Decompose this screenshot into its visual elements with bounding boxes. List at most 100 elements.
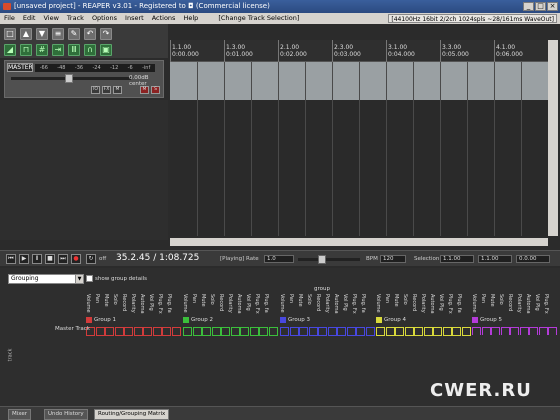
matrix-cell[interactable] (318, 327, 327, 336)
matrix-cell[interactable] (442, 327, 452, 336)
menu-track[interactable]: Track (63, 13, 88, 24)
save-project-icon[interactable]: ▼ (36, 28, 48, 40)
matrix-mode-dropdown[interactable]: Grouping ▼ (8, 274, 84, 284)
matrix-cell[interactable] (143, 327, 152, 336)
matrix-cell[interactable] (395, 327, 404, 336)
redo-icon[interactable]: ↷ (100, 28, 112, 40)
matrix-cell[interactable] (171, 327, 181, 336)
group-1[interactable]: Group 1 (86, 313, 181, 336)
close-button[interactable]: × (547, 2, 558, 11)
matrix-cell[interactable] (423, 327, 433, 336)
matrix-cell[interactable] (240, 327, 249, 336)
master-mute-button[interactable]: M (140, 86, 149, 94)
bpm-field[interactable]: 120 (380, 255, 406, 263)
matrix-cell[interactable] (133, 327, 143, 336)
group-3[interactable]: Group 3 (280, 313, 375, 336)
time-display[interactable]: 35.2.45 / 1:08.725 (116, 253, 199, 263)
track-control-panel-area[interactable] (0, 100, 168, 240)
matrix-cell[interactable] (280, 327, 289, 336)
rate-field[interactable]: 1.0 (264, 255, 294, 263)
group-3-master-row[interactable] (280, 327, 375, 336)
matrix-cell[interactable] (385, 327, 395, 336)
matrix-cell[interactable] (500, 327, 510, 335)
matrix-cell[interactable] (105, 327, 114, 336)
master-solo-button[interactable]: S (151, 86, 160, 94)
audio-status[interactable]: [44100Hz 16bit 2/2ch 1024spls ~28/161ms … (388, 14, 557, 23)
selection-start-field[interactable]: 1.1.00 (440, 255, 474, 263)
play-icon[interactable]: ▶ (19, 254, 29, 264)
menu-file[interactable]: File (0, 13, 19, 24)
menu-edit[interactable]: Edit (19, 13, 40, 24)
menu-actions[interactable]: Actions (148, 13, 180, 24)
matrix-cell[interactable] (192, 327, 202, 336)
new-project-icon[interactable]: □ (4, 28, 16, 40)
project-settings-icon[interactable]: ≡ (52, 28, 64, 40)
fx-button[interactable]: FX (102, 86, 111, 94)
go-to-end-icon[interactable]: ⏭ (58, 254, 68, 264)
group-5-master-row[interactable] (472, 327, 558, 335)
repeat-icon[interactable]: ↻ (86, 254, 96, 264)
chevron-down-icon[interactable]: ▼ (75, 275, 83, 283)
matrix-cell[interactable] (211, 327, 221, 336)
envelope-lock-icon[interactable]: ∩ (84, 44, 96, 56)
undo-icon[interactable]: ↶ (84, 28, 96, 40)
vertical-scrollbar[interactable] (548, 40, 558, 236)
matrix-cell[interactable] (95, 327, 105, 336)
grid-icon[interactable]: # (36, 44, 48, 56)
matrix-cell[interactable] (230, 327, 240, 336)
matrix-cell[interactable] (183, 327, 192, 336)
matrix-cell[interactable] (510, 327, 519, 335)
matrix-cell[interactable] (461, 327, 471, 336)
minimize-button[interactable]: _ (523, 2, 534, 11)
matrix-cell[interactable] (114, 327, 124, 336)
tab-undo-history[interactable]: Undo History (44, 409, 88, 420)
matrix-cell[interactable] (259, 327, 268, 336)
matrix-cell[interactable] (376, 327, 385, 336)
volume-fader-knob[interactable] (65, 74, 73, 83)
matrix-cell[interactable] (289, 327, 299, 336)
matrix-cell[interactable] (491, 327, 500, 335)
snap-icon[interactable]: ⊓ (20, 44, 32, 56)
horizontal-scrollbar[interactable] (170, 238, 548, 246)
matrix-cell[interactable] (249, 327, 259, 336)
wrench-icon[interactable]: ✎ (68, 28, 80, 40)
matrix-cell[interactable] (346, 327, 356, 336)
group-4-master-row[interactable] (376, 327, 471, 336)
lock-icon[interactable]: ▣ (100, 44, 112, 56)
group-2-master-row[interactable] (183, 327, 278, 336)
tab-mixer[interactable]: Mixer (8, 409, 32, 420)
group-2[interactable]: Group 2 (183, 313, 278, 336)
metronome-icon[interactable]: ◢ (4, 44, 16, 56)
maximize-button[interactable]: □ (535, 2, 546, 11)
menu-help[interactable]: Help (179, 13, 202, 24)
matrix-cell[interactable] (472, 327, 481, 335)
record-icon[interactable]: ● (71, 254, 81, 264)
matrix-cell[interactable] (538, 327, 548, 335)
show-group-details-checkbox[interactable] (86, 275, 93, 282)
matrix-cell[interactable] (221, 327, 230, 336)
matrix-cell[interactable] (327, 327, 337, 336)
matrix-cell[interactable] (548, 327, 557, 335)
matrix-cell[interactable] (337, 327, 346, 336)
menu-view[interactable]: View (39, 13, 62, 24)
matrix-cell[interactable] (356, 327, 365, 336)
rate-slider-knob[interactable] (318, 255, 326, 264)
matrix-cell[interactable] (299, 327, 308, 336)
selection-length-field[interactable]: 0.0.00 (516, 255, 550, 263)
group-1-master-row[interactable] (86, 327, 181, 336)
selection-end-field[interactable]: 1.1.00 (478, 255, 512, 263)
matrix-cell[interactable] (404, 327, 414, 336)
timeline-ruler[interactable]: 1.1.00 0:00.000 1.3.00 0:01.000 2.1.00 0:02… (170, 40, 548, 62)
pause-icon[interactable]: Ⅱ (32, 254, 42, 264)
mute-button[interactable]: M (113, 86, 122, 94)
matrix-cell[interactable] (481, 327, 491, 335)
matrix-cell[interactable] (519, 327, 529, 335)
matrix-cell[interactable] (529, 327, 538, 335)
tab-routing-grouping-matrix[interactable]: Routing/Grouping Matrix (94, 409, 170, 420)
group-4[interactable]: Group 4 (376, 313, 471, 336)
menu-insert[interactable]: Insert (121, 13, 148, 24)
matrix-cell[interactable] (452, 327, 461, 336)
io-button[interactable]: IO (91, 86, 100, 94)
ripple-edit-icon[interactable]: ⇥ (52, 44, 64, 56)
stop-icon[interactable]: ■ (45, 254, 55, 264)
